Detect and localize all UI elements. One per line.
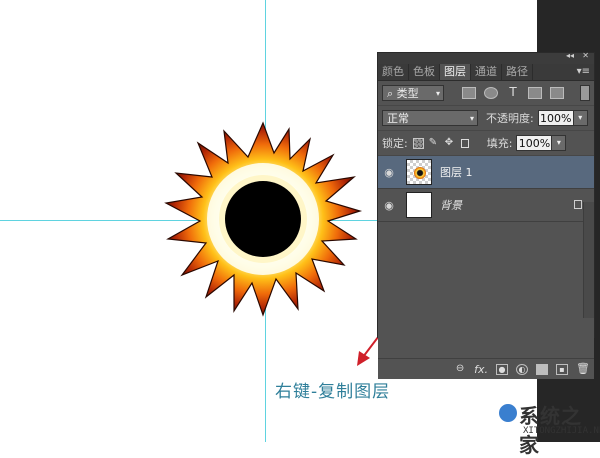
lock-image-pixels-icon[interactable]: ✎ — [429, 137, 440, 149]
type-filter-icon[interactable]: T — [506, 86, 520, 99]
chevron-down-icon: ▾ — [435, 89, 440, 98]
eclipse-artwork — [164, 121, 363, 317]
filter-kind-select[interactable]: ⌕ 类型 ▾ — [382, 85, 444, 101]
panel-title-bar[interactable]: ◂◂ ✕ — [378, 51, 594, 64]
instruction-caption: 右键-复制图层 — [275, 382, 391, 402]
trash-icon[interactable]: 🗑 — [576, 363, 590, 375]
chevron-down-icon: ▾ — [469, 114, 474, 123]
panel-scrollbar[interactable] — [583, 202, 594, 318]
filter-kind-value: 类型 — [396, 87, 419, 100]
layer-thumbnail[interactable] — [406, 159, 432, 185]
lock-row: 锁定: ✎ ✥ 填充: 100% ▾ — [378, 131, 594, 156]
new-layer-icon[interactable]: ▪ — [556, 363, 568, 375]
tab-paths[interactable]: 路径 — [502, 64, 533, 80]
layers-list-empty-area[interactable] — [378, 222, 594, 359]
layer-thumbnail[interactable] — [406, 192, 432, 218]
lock-all-icon[interactable] — [460, 138, 469, 148]
watermark: 系统之家 XITONGZHIJIA.NET — [497, 398, 600, 457]
visibility-eye-icon[interactable]: ◉ — [378, 166, 400, 179]
lock-transparent-pixels-icon[interactable] — [412, 137, 424, 149]
link-icon[interactable]: ⊖ — [454, 363, 466, 375]
fill-input[interactable]: 100% — [516, 135, 553, 151]
tab-swatches[interactable]: 色板 — [409, 64, 440, 80]
eclipse-disc — [225, 181, 301, 257]
watermark-url: XITONGZHIJIA.NET — [523, 426, 600, 436]
opacity-label: 不透明度: — [486, 112, 534, 125]
smart-object-filter-icon[interactable] — [550, 87, 564, 99]
opacity-input[interactable]: 100% — [537, 110, 574, 126]
tab-channels[interactable]: 通道 — [471, 64, 502, 80]
fill-dropdown-icon[interactable]: ▾ — [552, 135, 567, 151]
mask-icon[interactable]: ● — [496, 363, 508, 375]
layer-name[interactable]: 图层 1 — [440, 164, 473, 180]
tab-layers[interactable]: 图层 — [440, 64, 471, 80]
layer-name[interactable]: 背景 — [440, 197, 462, 213]
filter-toggle[interactable] — [580, 85, 590, 101]
image-filter-icon[interactable] — [462, 87, 476, 99]
blend-row: 正常 ▾ 不透明度: 100% ▾ — [378, 106, 594, 131]
close-icon[interactable]: ✕ — [582, 51, 589, 60]
blend-mode-select[interactable]: 正常 ▾ — [382, 110, 478, 126]
lock-position-icon[interactable]: ✥ — [445, 137, 456, 149]
watermark-logo-icon — [497, 402, 519, 424]
panel-bottom-toolbar: ⊖ fx. ● ◐ ▪ 🗑 — [378, 359, 594, 379]
blend-mode-value: 正常 — [387, 112, 409, 125]
lock-label: 锁定: — [382, 137, 408, 150]
panel-tabs: 颜色 色板 图层 通道 路径 ▾≡ — [378, 64, 594, 81]
shape-filter-icon[interactable] — [528, 87, 542, 99]
search-icon: ⌕ — [387, 87, 397, 100]
layers-panel: ◂◂ ✕ 颜色 色板 图层 通道 路径 ▾≡ ⌕ 类型 ▾ T 正常 ▾ 不透明… — [377, 51, 595, 379]
fill-label: 填充: — [486, 137, 513, 150]
opacity-dropdown-icon[interactable]: ▾ — [573, 110, 588, 126]
folder-icon[interactable] — [536, 363, 548, 375]
fx-icon[interactable]: fx. — [474, 364, 488, 375]
visibility-eye-icon[interactable]: ◉ — [378, 199, 400, 212]
adjustment-icon[interactable]: ◐ — [516, 363, 528, 375]
tab-color[interactable]: 颜色 — [378, 64, 409, 80]
layer-row-layer1[interactable]: ◉ 图层 1 — [378, 156, 594, 189]
panel-menu-icon[interactable]: ▾≡ — [573, 64, 594, 80]
filter-row: ⌕ 类型 ▾ T — [378, 81, 594, 106]
collapse-icon[interactable]: ◂◂ — [566, 51, 574, 60]
adjustment-filter-icon[interactable] — [484, 87, 498, 99]
lock-icon — [574, 200, 582, 209]
layer-row-background[interactable]: ◉ 背景 — [378, 189, 594, 222]
